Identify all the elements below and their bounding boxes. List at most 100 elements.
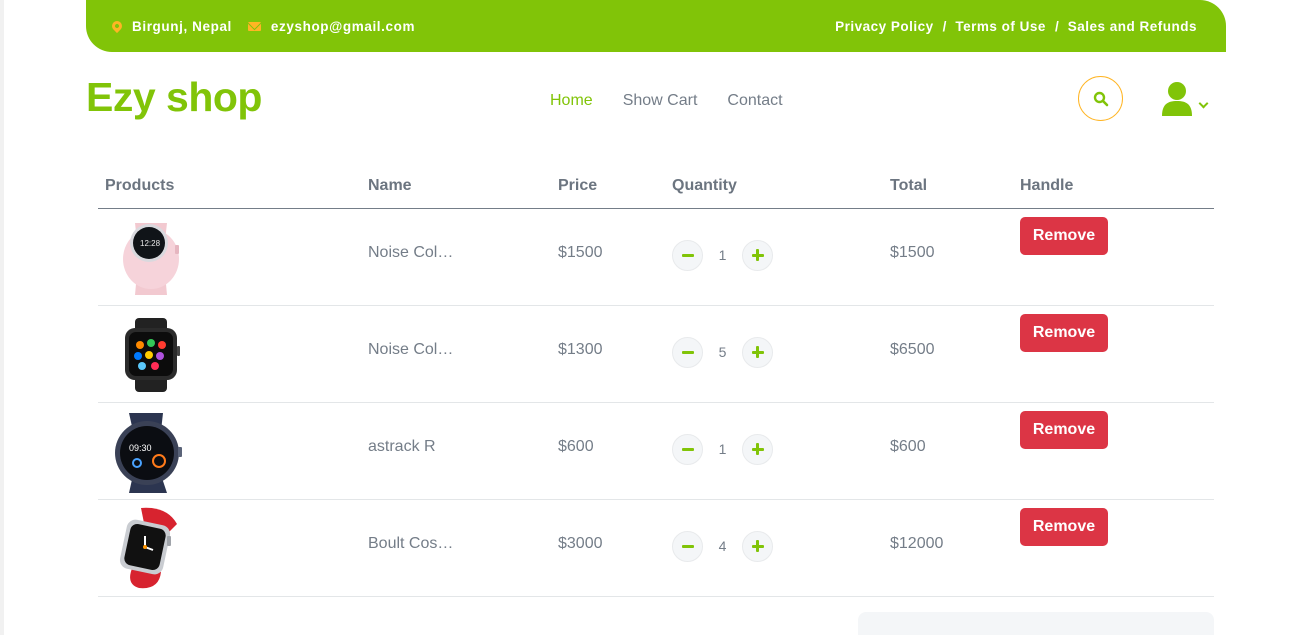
- quantity-stepper: 1: [672, 239, 890, 271]
- row-total: $600: [890, 402, 1020, 500]
- table-row: 09:30 astrack R $600 1 $600 Remove: [98, 402, 1214, 500]
- handle-cell: Remove: [1020, 208, 1214, 306]
- product-image: [125, 317, 180, 392]
- plus-icon: [756, 540, 759, 552]
- svg-text:12:28: 12:28: [140, 239, 161, 248]
- email-info: ezyshop@gmail.com: [247, 18, 416, 34]
- terms-of-use-link[interactable]: Terms of Use: [955, 19, 1046, 34]
- cart-table: Products Name Price Quantity Total Handl…: [98, 164, 1214, 597]
- product-cell: [98, 499, 368, 597]
- product-price: $1300: [558, 305, 672, 403]
- handle-cell: Remove: [1020, 305, 1214, 403]
- product-price: $3000: [558, 499, 672, 597]
- increase-button[interactable]: [742, 239, 773, 271]
- product-name-cell: Noise ColorFit: [368, 305, 558, 403]
- chevron-down-icon: [1198, 98, 1209, 109]
- privacy-policy-link[interactable]: Privacy Policy: [835, 19, 934, 34]
- row-total: $6500: [890, 305, 1020, 403]
- nav-contact[interactable]: Contact: [727, 92, 782, 110]
- handle-cell: Remove: [1020, 499, 1214, 597]
- decrease-button[interactable]: [672, 336, 703, 368]
- product-name-cell: astrack R: [368, 402, 558, 500]
- quantity-stepper: 1: [672, 433, 890, 465]
- header-name: Name: [368, 164, 558, 209]
- quantity-stepper: 4: [672, 530, 890, 562]
- product-cell: [98, 305, 368, 403]
- link-separator: /: [1054, 18, 1059, 34]
- product-image: 12:28: [123, 222, 179, 295]
- product-name: astrack R: [368, 437, 436, 455]
- product-name: Boult Cosmic: [368, 534, 456, 552]
- quantity-value[interactable]: 4: [703, 538, 742, 554]
- user-menu-button[interactable]: [1160, 80, 1212, 120]
- product-price: $600: [558, 402, 672, 500]
- header-handle: Handle: [1020, 164, 1214, 209]
- increase-button[interactable]: [742, 336, 773, 368]
- remove-button[interactable]: Remove: [1020, 507, 1108, 546]
- table-row: Noise ColorFit $1300 5 $6500 Remove: [98, 305, 1214, 403]
- quantity-value[interactable]: 1: [703, 441, 742, 457]
- header-total: Total: [890, 164, 1020, 209]
- svg-text:09:30: 09:30: [129, 443, 152, 453]
- product-cell: 09:30: [98, 402, 368, 500]
- email-text: ezyshop@gmail.com: [270, 18, 416, 34]
- cart-summary-panel: [858, 612, 1214, 635]
- main-nav: Home Show Cart Contact: [550, 92, 813, 110]
- table-row: Boult Cosmic $3000 4 $12000 Remove: [98, 499, 1214, 597]
- increase-button[interactable]: [742, 530, 773, 562]
- quantity-stepper: 5: [672, 336, 890, 368]
- header-quantity: Quantity: [672, 164, 890, 209]
- search-icon: [1093, 91, 1108, 106]
- product-name: Noise ColorFit: [368, 243, 456, 261]
- row-total: $1500: [890, 208, 1020, 306]
- quantity-cell: 1: [672, 402, 890, 500]
- plus-icon: [756, 249, 759, 261]
- remove-button[interactable]: Remove: [1020, 410, 1108, 449]
- product-name-cell: Boult Cosmic: [368, 499, 558, 597]
- location-info: Birgunj, Nepal: [109, 18, 232, 34]
- remove-button[interactable]: Remove: [1020, 313, 1108, 352]
- row-total: $12000: [890, 499, 1020, 597]
- link-separator: /: [942, 18, 947, 34]
- envelope-icon: [247, 21, 261, 31]
- product-price: $1500: [558, 208, 672, 306]
- decrease-button[interactable]: [672, 239, 703, 271]
- quantity-value[interactable]: 1: [703, 247, 742, 263]
- product-image: 09:30: [115, 412, 182, 493]
- header-price: Price: [558, 164, 672, 209]
- product-cell: 12:28: [98, 208, 368, 306]
- nav-show-cart[interactable]: Show Cart: [623, 92, 698, 110]
- plus-icon: [756, 346, 759, 358]
- brand-logo[interactable]: Ezy shop: [86, 74, 262, 121]
- search-button[interactable]: [1078, 76, 1123, 121]
- contact-info: Birgunj, Nepal ezyshop@gmail.com: [109, 18, 416, 34]
- top-bar: Birgunj, Nepal ezyshop@gmail.com Privacy…: [86, 0, 1226, 52]
- map-marker-icon: [109, 18, 125, 34]
- table-row: 12:28 Noise ColorFit $1500 1 $1500 Remov…: [98, 208, 1214, 306]
- quantity-cell: 1: [672, 208, 890, 306]
- minus-icon: [681, 447, 694, 451]
- policy-links: Privacy Policy / Terms of Use / Sales an…: [835, 19, 1197, 34]
- plus-icon: [756, 443, 759, 455]
- location-text: Birgunj, Nepal: [132, 18, 232, 34]
- remove-button[interactable]: Remove: [1020, 216, 1108, 255]
- quantity-cell: 5: [672, 305, 890, 403]
- minus-icon: [681, 350, 694, 354]
- decrease-button[interactable]: [672, 433, 703, 465]
- decrease-button[interactable]: [672, 530, 703, 562]
- minus-icon: [681, 544, 694, 548]
- minus-icon: [681, 253, 694, 257]
- sales-refunds-link[interactable]: Sales and Refunds: [1068, 19, 1197, 34]
- nav-home[interactable]: Home: [550, 92, 593, 110]
- product-name-cell: Noise ColorFit: [368, 208, 558, 306]
- product-image: [119, 507, 177, 588]
- product-name: Noise ColorFit: [368, 340, 456, 358]
- window-edge: [0, 0, 4, 635]
- table-header-row: Products Name Price Quantity Total Handl…: [98, 164, 1214, 209]
- header-products: Products: [98, 164, 368, 209]
- handle-cell: Remove: [1020, 402, 1214, 500]
- quantity-cell: 4: [672, 499, 890, 597]
- user-icon: [1162, 82, 1192, 116]
- increase-button[interactable]: [742, 433, 773, 465]
- quantity-value[interactable]: 5: [703, 344, 742, 360]
